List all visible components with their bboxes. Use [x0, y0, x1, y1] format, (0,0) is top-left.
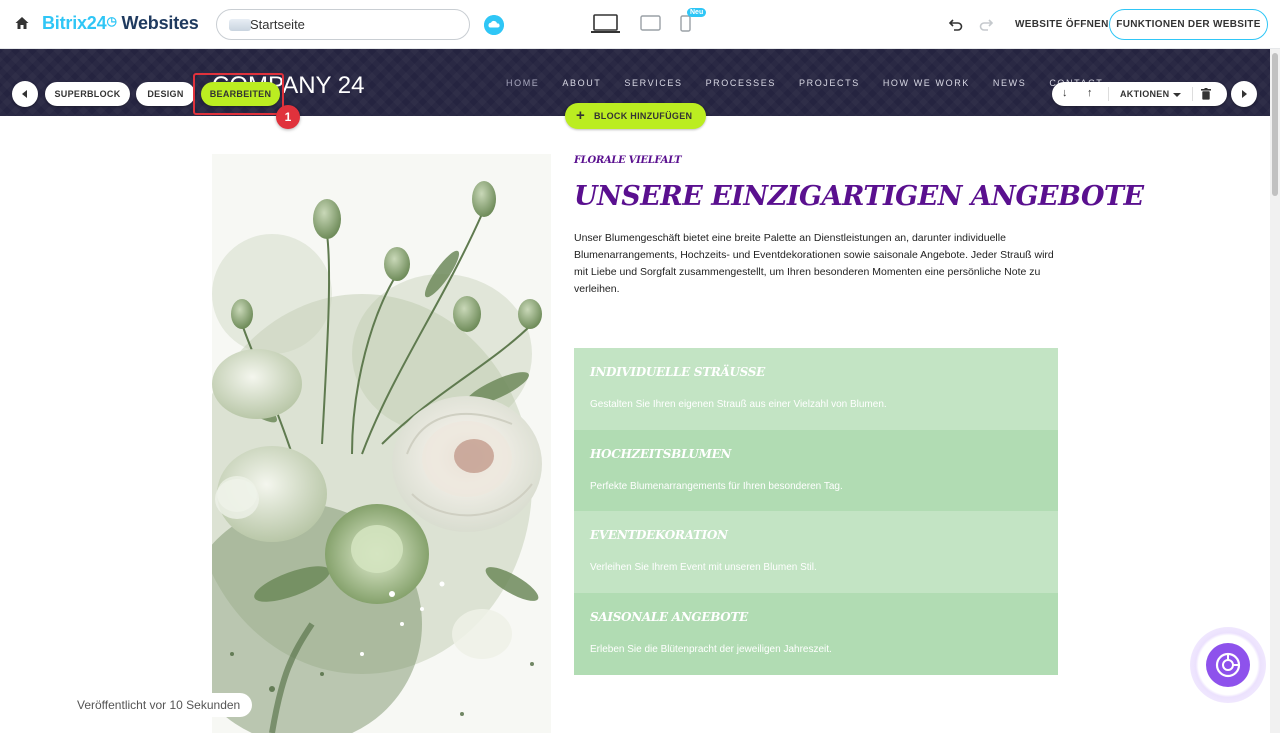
actions-dropdown[interactable]: AKTIONEN [1120, 82, 1182, 106]
desktop-preview-icon[interactable] [591, 14, 620, 34]
add-block-button[interactable]: + BLOCK HINZUFÜGEN [565, 103, 706, 129]
nav-item-home[interactable]: HOME [506, 78, 539, 88]
service-title: INDIVIDUELLE STRÄUSSE [590, 365, 766, 379]
plus-icon: + [576, 107, 586, 124]
collapse-right-button[interactable] [1231, 81, 1257, 107]
service-card: EVENTDEKORATION Verleihen Sie Ihrem Even… [574, 511, 1058, 593]
chevron-right-icon [1242, 90, 1247, 98]
section-intro: Unser Blumengeschäft bietet eine breite … [574, 232, 1054, 295]
page-thumbnail-icon [229, 19, 251, 31]
nav-item-news[interactable]: NEWS [993, 78, 1026, 88]
flower-image [212, 154, 551, 733]
service-description: Perfekte Blumenarrangements für Ihren be… [590, 481, 843, 492]
collapse-left-button[interactable] [12, 81, 38, 107]
new-badge: Neu [687, 8, 707, 17]
scrollbar-thumb[interactable] [1272, 53, 1278, 196]
service-title: SAISONALE ANGEBOTE [590, 610, 748, 624]
service-card: SAISONALE ANGEBOTE Erleben Sie die Blüte… [574, 593, 1058, 675]
nav-item-processes[interactable]: PROCESSES [706, 78, 776, 88]
superblock-button[interactable]: SUPERBLOCK [45, 82, 130, 106]
tablet-preview-icon[interactable] [640, 15, 661, 31]
copilot-icon [1206, 643, 1250, 687]
logo-brand-text: Bitrix24 [42, 13, 107, 33]
trash-icon[interactable] [1201, 88, 1211, 100]
actions-label: AKTIONEN [1120, 89, 1170, 99]
move-down-icon[interactable]: ↓ [1062, 87, 1068, 99]
design-button[interactable]: DESIGN [136, 82, 195, 106]
open-website-link[interactable]: WEBSITE ÖFFNEN [1015, 19, 1109, 30]
page-selector-value: Startseite [250, 17, 305, 32]
nav-item-how-we-work[interactable]: HOW WE WORK [883, 78, 970, 88]
published-status: Veröffentlicht vor 10 Sekunden [66, 693, 253, 717]
step-number-badge: 1 [276, 105, 300, 129]
copilot-button[interactable] [1190, 627, 1266, 703]
undo-icon[interactable] [948, 16, 964, 32]
nav-item-services[interactable]: SERVICES [624, 78, 682, 88]
service-title: EVENTDEKORATION [590, 528, 728, 542]
bitrix24-logo[interactable]: Bitrix24◷ Websites [42, 13, 199, 34]
move-up-icon[interactable]: ↑ [1087, 87, 1093, 99]
nav-item-projects[interactable]: PROJECTS [799, 78, 860, 88]
top-toolbar: Bitrix24◷ Websites Startseite Neu WEBSIT… [0, 0, 1280, 49]
add-block-label: BLOCK HINZUFÜGEN [594, 111, 693, 121]
clock-icon: ◷ [106, 14, 117, 28]
chevron-left-icon [22, 90, 27, 98]
redo-icon[interactable] [978, 16, 994, 32]
block-actions-group: ↓ ↑ AKTIONEN [1052, 82, 1227, 106]
divider [1192, 87, 1193, 101]
section-heading: UNSERE EINZIGARTIGEN ANGEBOTE [574, 181, 1144, 212]
caret-down-icon [1173, 92, 1182, 97]
home-icon[interactable] [14, 15, 30, 31]
service-title: HOCHZEITSBLUMEN [590, 447, 732, 461]
highlight-frame [193, 73, 284, 115]
phone-preview-icon[interactable] [680, 15, 691, 32]
divider [1108, 87, 1109, 101]
service-card: INDIVIDUELLE STRÄUSSE Gestalten Sie Ihre… [574, 348, 1058, 430]
service-card: HOCHZEITSBLUMEN Perfekte Blumenarrangeme… [574, 430, 1058, 512]
service-description: Verleihen Sie Ihrem Event mit unseren Bl… [590, 562, 817, 573]
page-selector[interactable]: Startseite [216, 9, 470, 40]
cloud-icon[interactable] [484, 15, 504, 35]
service-description: Gestalten Sie Ihren eigenen Strauß aus e… [590, 399, 887, 410]
website-features-button[interactable]: FUNKTIONEN DER WEBSITE [1109, 9, 1268, 40]
section-eyebrow: FLORALE VIELFALT [574, 155, 682, 166]
service-description: Erleben Sie die Blütenpracht der jeweili… [590, 644, 832, 655]
flower-illustration [212, 154, 551, 733]
logo-product-text: Websites [116, 13, 199, 33]
nav-item-about[interactable]: ABOUT [562, 78, 601, 88]
site-navigation: HOME ABOUT SERVICES PROCESSES PROJECTS H… [506, 78, 1126, 88]
